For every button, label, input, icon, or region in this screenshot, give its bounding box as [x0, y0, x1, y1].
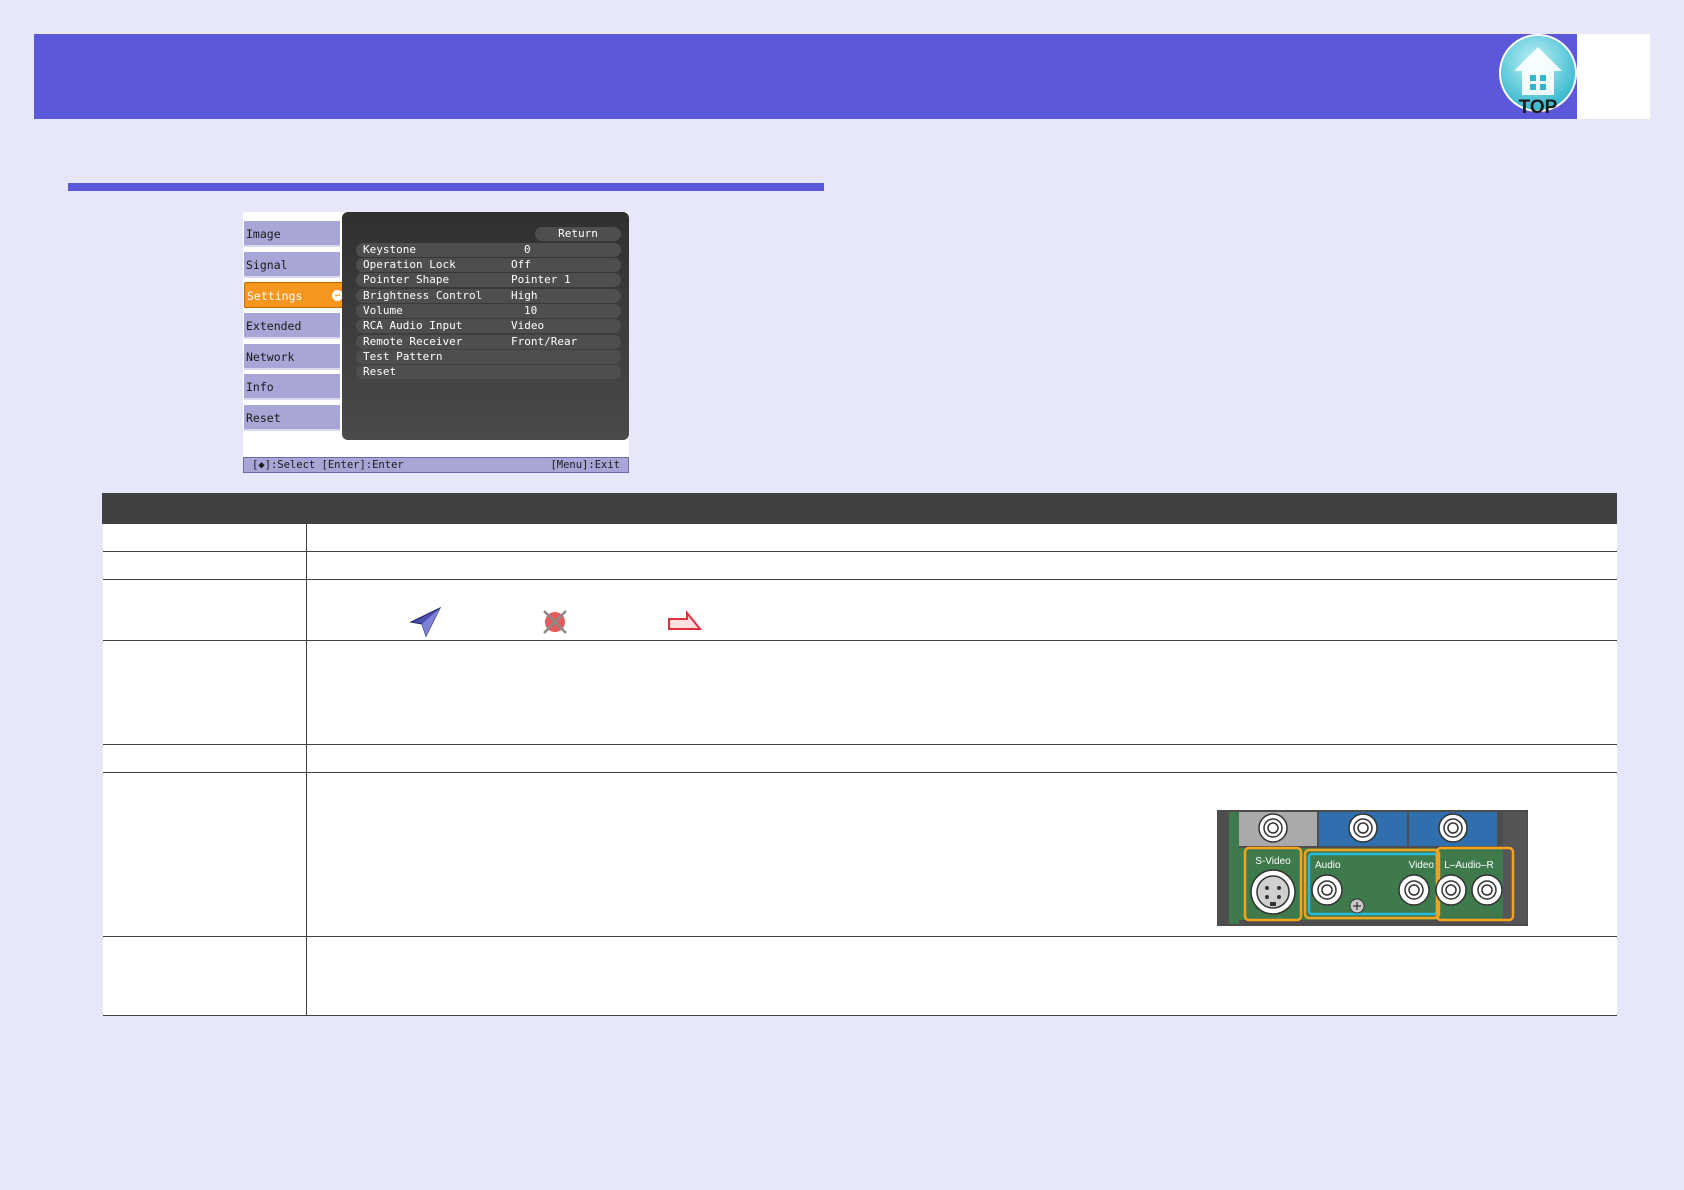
svideo-label: S-Video — [1255, 856, 1291, 867]
section-rule — [68, 183, 824, 191]
menu-row-keystone[interactable]: Keystone 0 — [356, 243, 621, 257]
pointer-arrow-icon — [409, 606, 442, 638]
table-row — [102, 936, 1617, 1016]
table-cell — [102, 744, 307, 773]
footer-exit-hint: [Menu]:Exit — [550, 459, 620, 471]
pointer-hand-arrow-icon — [668, 610, 703, 630]
table-row — [102, 579, 1617, 641]
table-cell — [306, 936, 1617, 1016]
table-header-row — [102, 493, 1617, 524]
header-bar — [34, 34, 1577, 119]
top-button[interactable]: TOP — [1496, 33, 1580, 117]
menu-row-remote-receiver[interactable]: Remote Receiver Front/Rear — [356, 335, 621, 349]
top-label: TOP — [1519, 97, 1558, 117]
connector-panel-image: S-Video Audio Video L–Audio–R — [1217, 810, 1528, 926]
table-row — [102, 523, 1617, 552]
menu-row-operation-lock[interactable]: Operation Lock Off — [356, 258, 621, 272]
table-cell — [306, 744, 1617, 773]
table-cell — [102, 772, 307, 937]
footer-select-hint: [◆]:Select [Enter]:Enter — [252, 459, 404, 471]
svideo-jack-icon — [1250, 869, 1296, 915]
table-header-cell — [102, 493, 307, 524]
menu-row-pointer-shape[interactable]: Pointer Shape Pointer 1 — [356, 273, 621, 287]
header-corner — [1577, 34, 1650, 119]
pointer-shape-icons — [307, 580, 1616, 640]
menu-footer: [◆]:Select [Enter]:Enter [Menu]:Exit — [243, 457, 629, 473]
table-cell — [102, 640, 307, 745]
table-cell — [102, 551, 307, 580]
menu-row-test-pattern[interactable]: Test Pattern — [356, 350, 621, 364]
audio-label: Audio — [1315, 860, 1341, 871]
table-row — [102, 640, 1617, 745]
table-cell — [306, 579, 1617, 641]
table-cell — [306, 523, 1617, 552]
table-cell — [102, 523, 307, 552]
menu-row-rca-audio-input[interactable]: RCA Audio Input Video — [356, 319, 621, 333]
video-label: Video — [1409, 860, 1435, 871]
table-header-cell — [306, 493, 1617, 524]
sidebar-item-reset[interactable]: Reset — [244, 405, 340, 431]
table-cell — [306, 551, 1617, 580]
sidebar-item-network[interactable]: Network — [244, 344, 340, 370]
projector-menu-screenshot: Image Signal Settings ↵ Extended Network… — [243, 212, 629, 473]
sidebar-item-info[interactable]: Info — [244, 374, 340, 400]
settings-table — [102, 493, 1617, 1016]
menu-row-volume[interactable]: Volume 10 — [356, 304, 621, 318]
return-button[interactable]: Return — [535, 227, 621, 241]
sidebar-item-signal[interactable]: Signal — [244, 252, 340, 278]
lr-audio-label: L–Audio–R — [1444, 860, 1493, 871]
menu-panel: Return Keystone 0 Operation Lock Off Poi… — [342, 212, 629, 440]
table-row — [102, 551, 1617, 580]
screw-icon — [1349, 898, 1365, 914]
table-cell — [306, 640, 1617, 745]
table-row — [102, 744, 1617, 773]
menu-row-brightness-control[interactable]: Brightness Control High — [356, 289, 621, 303]
table-cell — [102, 579, 307, 641]
table-cell — [102, 936, 307, 1016]
menu-row-reset[interactable]: Reset — [356, 365, 621, 379]
sidebar-item-settings[interactable]: Settings ↵ — [244, 282, 348, 308]
sidebar-item-image[interactable]: Image — [244, 221, 340, 247]
pointer-cross-icon — [543, 610, 567, 634]
sidebar-item-extended[interactable]: Extended — [244, 313, 340, 339]
